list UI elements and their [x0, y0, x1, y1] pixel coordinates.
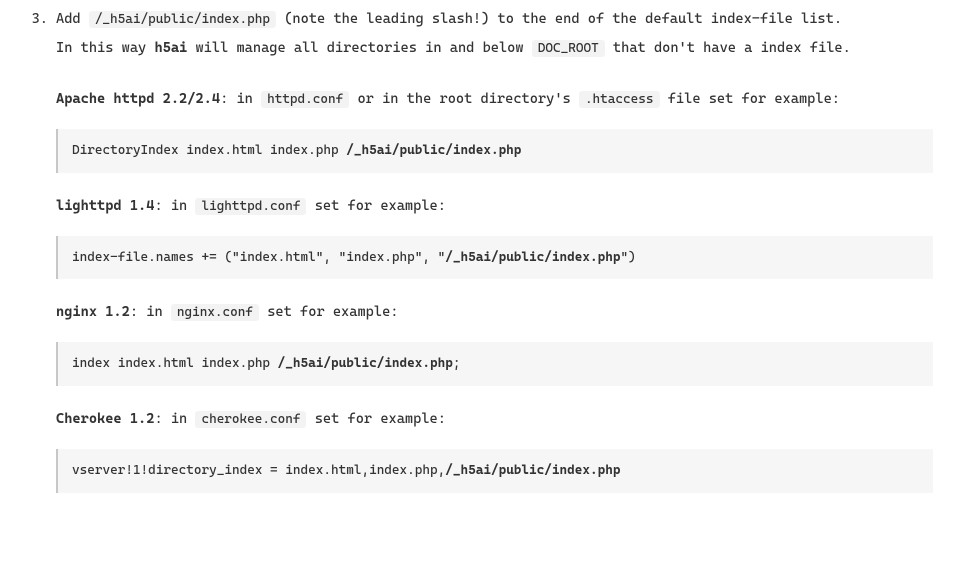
list-number: 3.	[20, 8, 56, 66]
code-conf: nginx.conf	[171, 304, 259, 321]
server-lighttpd: lighttpd 1.4: in lighttpd.conf set for e…	[56, 195, 933, 280]
server-name: nginx 1.2	[56, 304, 130, 320]
server-apache: Apache httpd 2.2/2.4: in httpd.conf or i…	[56, 88, 933, 173]
code-index-path: /_h5ai/public/index.php	[89, 11, 276, 28]
server-name: lighttpd 1.4	[56, 198, 154, 214]
server-heading: nginx 1.2: in nginx.conf set for example…	[56, 301, 933, 324]
code-block-nginx: index index.html index.php /_h5ai/public…	[56, 342, 933, 386]
app-name: h5ai	[154, 40, 187, 56]
server-nginx: nginx 1.2: in nginx.conf set for example…	[56, 301, 933, 386]
intro-line-1: Add /_h5ai/public/index.php (note the le…	[56, 8, 933, 31]
code-htaccess: .htaccess	[579, 91, 660, 108]
code-conf: lighttpd.conf	[195, 198, 306, 215]
server-cherokee: Cherokee 1.2: in cherokee.conf set for e…	[56, 408, 933, 493]
code-block-lighttpd: index-file.names += ("index.html", "inde…	[56, 236, 933, 280]
intro-line-2: In this way h5ai will manage all directo…	[56, 37, 933, 60]
code-conf: cherokee.conf	[195, 411, 306, 428]
server-name: Apache httpd 2.2/2.4	[56, 91, 220, 107]
code-conf: httpd.conf	[261, 91, 349, 108]
list-item-3: 3. Add /_h5ai/public/index.php (note the…	[20, 8, 933, 66]
server-heading: lighttpd 1.4: in lighttpd.conf set for e…	[56, 195, 933, 218]
server-heading: Apache httpd 2.2/2.4: in httpd.conf or i…	[56, 88, 933, 111]
code-block-cherokee: vserver!1!directory_index = index.html,i…	[56, 449, 933, 493]
server-heading: Cherokee 1.2: in cherokee.conf set for e…	[56, 408, 933, 431]
list-body: Add /_h5ai/public/index.php (note the le…	[56, 8, 933, 66]
code-block-apache: DirectoryIndex index.html index.php /_h5…	[56, 129, 933, 173]
code-doc-root: DOC_ROOT	[532, 40, 605, 57]
server-name: Cherokee 1.2	[56, 411, 154, 427]
